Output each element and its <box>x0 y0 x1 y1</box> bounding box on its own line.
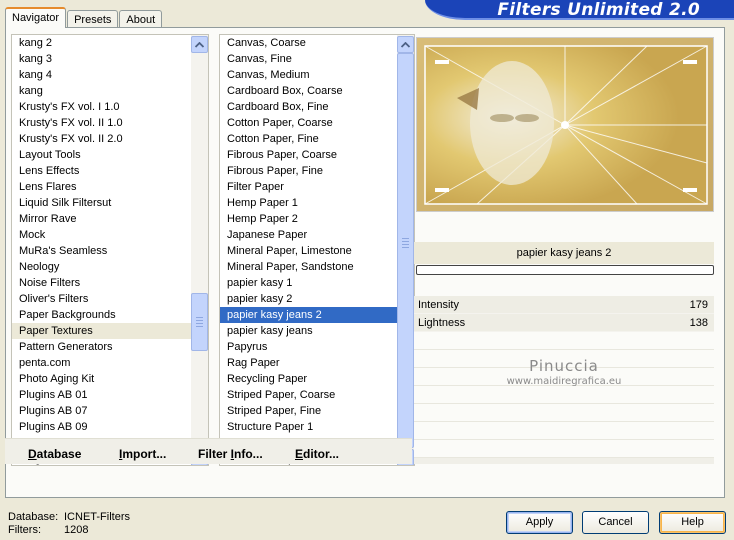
list-item[interactable]: Oliver's Filters <box>12 291 193 307</box>
watermark: Pinuccia www.maidiregrafica.eu <box>414 357 714 387</box>
list-item[interactable]: Papyrus <box>220 339 399 355</box>
database-label: Database: <box>8 511 59 523</box>
list-item[interactable]: Liquid Silk Filtersut <box>12 195 193 211</box>
list-item[interactable]: Cotton Paper, Coarse <box>220 115 399 131</box>
watermark-name: Pinuccia <box>529 357 599 375</box>
import-button[interactable]: Import... <box>119 446 166 462</box>
list-item[interactable]: Rag Paper <box>220 355 399 371</box>
list-item[interactable]: Noise Filters <box>12 275 193 291</box>
filter-name-label: papier kasy jeans 2 <box>414 242 714 264</box>
list-item[interactable]: Striped Paper, Coarse <box>220 387 399 403</box>
slider-label: Lightness <box>418 317 466 329</box>
slider-empty-row <box>414 332 714 350</box>
slider-empty-row <box>414 422 714 440</box>
list-item[interactable]: Plugins AB 09 <box>12 419 193 435</box>
chevron-up-icon <box>194 39 205 51</box>
list-item[interactable]: Photo Aging Kit <box>12 371 193 387</box>
list-item[interactable]: Canvas, Coarse <box>220 35 399 51</box>
list-item[interactable]: Plugins AB 07 <box>12 403 193 419</box>
list-item[interactable]: papier kasy jeans <box>220 323 399 339</box>
list-item[interactable]: Krusty's FX vol. II 2.0 <box>12 131 193 147</box>
slider-lightness[interactable]: Lightness 138 <box>414 314 714 332</box>
tab-bar: Navigator Presets About <box>5 6 163 28</box>
filter-info-button[interactable]: Filter Info... <box>198 446 263 462</box>
tab-about[interactable]: About <box>119 10 163 28</box>
preview-image <box>417 38 713 211</box>
list-item[interactable]: Recycling Paper <box>220 371 399 387</box>
slider-value: 138 <box>689 317 708 329</box>
cancel-button[interactable]: Cancel <box>582 511 649 534</box>
filter-progress-box <box>416 265 714 275</box>
slider-label: Intensity <box>418 299 459 311</box>
slider-empty-row <box>414 440 714 458</box>
category-scrollbar[interactable] <box>191 35 208 465</box>
list-item[interactable]: Fibrous Paper, Coarse <box>220 147 399 163</box>
list-item[interactable]: Lens Flares <box>12 179 193 195</box>
list-item[interactable]: Paper Textures <box>12 323 193 339</box>
brand-title: Filters Unlimited 2.0 <box>497 0 700 20</box>
watermark-url: www.maidiregrafica.eu <box>506 376 622 387</box>
filters-label: Filters: <box>8 524 41 536</box>
slider-value: 179 <box>689 299 708 311</box>
list-item[interactable]: Krusty's FX vol. I 1.0 <box>12 99 193 115</box>
editor-button[interactable]: Editor... <box>295 446 339 462</box>
slider-empty-row <box>414 404 714 422</box>
list-item[interactable]: Fibrous Paper, Fine <box>220 163 399 179</box>
list-item[interactable]: Hemp Paper 2 <box>220 211 399 227</box>
filters-count: 1208 <box>64 524 89 536</box>
list-item[interactable]: Krusty's FX vol. II 1.0 <box>12 115 193 131</box>
help-button[interactable]: Help <box>659 511 726 534</box>
scroll-up-button[interactable] <box>191 36 208 53</box>
list-item[interactable]: kang 4 <box>12 67 193 83</box>
tab-presets[interactable]: Presets <box>67 10 119 28</box>
slider-empty-row <box>414 386 714 404</box>
list-item[interactable]: kang 3 <box>12 51 193 67</box>
list-item[interactable]: Structure Paper 1 <box>220 419 399 435</box>
list-item[interactable]: kang 2 <box>12 35 193 51</box>
chevron-up-icon <box>400 39 411 51</box>
list-item[interactable]: Mirror Rave <box>12 211 193 227</box>
filter-scroll-thumb[interactable] <box>397 53 414 448</box>
list-item[interactable]: Japanese Paper <box>220 227 399 243</box>
list-item[interactable]: Mock <box>12 227 193 243</box>
list-item[interactable]: papier kasy jeans 2 <box>220 307 399 323</box>
apply-button[interactable]: Apply <box>506 511 573 534</box>
list-item[interactable]: papier kasy 2 <box>220 291 399 307</box>
scroll-up-button[interactable] <box>397 36 414 53</box>
filter-scrollbar[interactable] <box>397 35 414 465</box>
list-item[interactable]: Layout Tools <box>12 147 193 163</box>
database-button[interactable]: Database <box>28 446 81 462</box>
list-item[interactable]: Striped Paper, Fine <box>220 403 399 419</box>
list-item[interactable]: Hemp Paper 1 <box>220 195 399 211</box>
status-info: Database: ICNET-Filters Filters: 1208 <box>8 511 130 537</box>
list-item[interactable]: Canvas, Fine <box>220 51 399 67</box>
list-item[interactable]: Filter Paper <box>220 179 399 195</box>
list-item[interactable]: Cardboard Box, Coarse <box>220 83 399 99</box>
list-item[interactable]: Mineral Paper, Sandstone <box>220 259 399 275</box>
list-item[interactable]: Pattern Generators <box>12 339 193 355</box>
list-item[interactable]: MuRa's Seamless <box>12 243 193 259</box>
list-item[interactable]: kang <box>12 83 193 99</box>
list-item[interactable]: Cardboard Box, Fine <box>220 99 399 115</box>
list-item[interactable]: Canvas, Medium <box>220 67 399 83</box>
category-list[interactable]: kang 2 kang 3 kang 4 kang Krusty's FX vol. I… <box>11 34 209 466</box>
list-item[interactable]: Paper Backgrounds <box>12 307 193 323</box>
list-item[interactable]: penta.com <box>12 355 193 371</box>
category-scroll-thumb[interactable] <box>191 293 208 351</box>
database-value: ICNET-Filters <box>64 511 130 523</box>
preview-area <box>416 37 714 212</box>
list-item[interactable]: Neology <box>12 259 193 275</box>
slider-intensity[interactable]: Intensity 179 <box>414 296 714 314</box>
list-item[interactable]: Plugins AB 01 <box>12 387 193 403</box>
filter-list[interactable]: Canvas, Coarse Canvas, Fine Canvas, Medium… <box>219 34 415 466</box>
tab-navigator[interactable]: Navigator <box>5 7 67 28</box>
list-item[interactable]: papier kasy 1 <box>220 275 399 291</box>
list-item[interactable]: Lens Effects <box>12 163 193 179</box>
list-item[interactable]: Cotton Paper, Fine <box>220 131 399 147</box>
list-item[interactable]: Mineral Paper, Limestone <box>220 243 399 259</box>
brand-banner: Filters Unlimited 2.0 <box>425 0 734 20</box>
